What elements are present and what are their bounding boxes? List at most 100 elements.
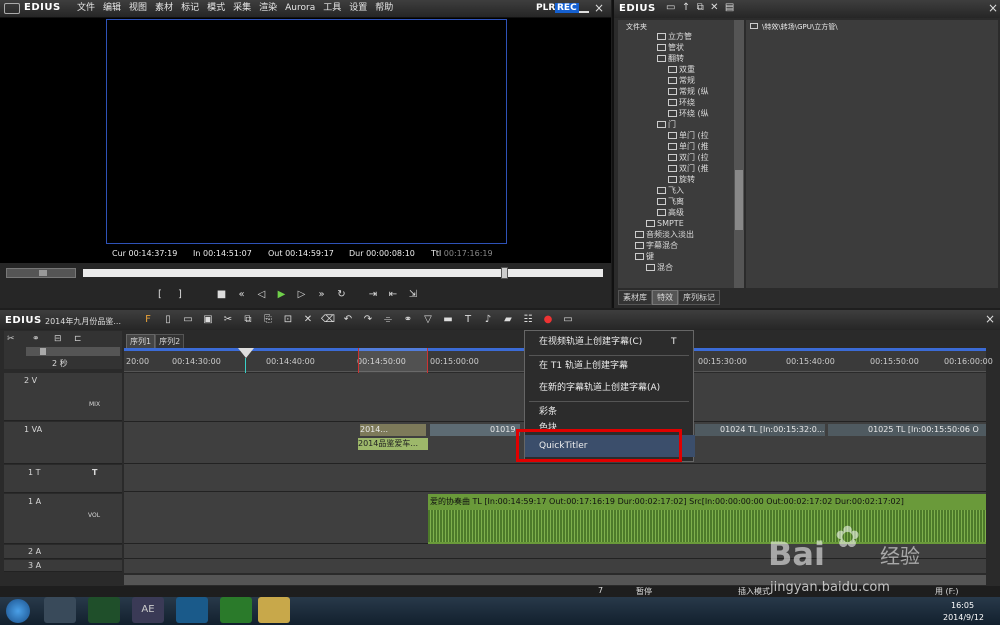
menu-settings[interactable]: 设置 (345, 0, 371, 17)
zoom-slider[interactable] (26, 347, 120, 356)
shuttle-slider[interactable] (6, 268, 76, 278)
shuttle-thumb[interactable] (39, 270, 47, 276)
menu-view[interactable]: 视图 (125, 0, 151, 17)
menu-tools[interactable]: 工具 (319, 0, 345, 17)
new-icon[interactable]: ▯ (160, 313, 176, 327)
render-icon[interactable]: ▬ (440, 313, 456, 327)
clip-video-lower[interactable]: 2014品鉴爱车... (358, 438, 428, 450)
start-button-icon[interactable] (6, 599, 30, 623)
menu-capture[interactable]: 采集 (229, 0, 255, 17)
app-icon-1[interactable] (44, 597, 76, 623)
link-icon[interactable]: ⚭ (400, 313, 416, 327)
title-icon[interactable]: T (460, 313, 476, 327)
menu-marker[interactable]: 标记 (177, 0, 203, 17)
rec-label[interactable]: REC (555, 3, 579, 13)
sequence-icon[interactable]: F (140, 313, 156, 327)
tree-item[interactable]: 双门 (拉 (668, 153, 709, 163)
delete-icon[interactable]: ✕ (710, 2, 718, 13)
tree-item[interactable]: SMPTE (646, 219, 684, 229)
open-icon[interactable]: ▭ (180, 313, 196, 327)
tree-item[interactable]: 管状 (657, 43, 684, 53)
menu-item-create-title-new-track[interactable]: 在新的字幕轨道上创建字幕(A) (525, 377, 695, 399)
view-icon[interactable]: ▤ (725, 2, 734, 13)
track-head-1va[interactable]: 1 VA (4, 422, 122, 464)
snap-toggle-icon[interactable]: ⊟ (54, 334, 62, 344)
menu-mode[interactable]: 模式 (203, 0, 229, 17)
after-effects-taskbar-icon[interactable]: AE (132, 597, 164, 623)
tree-item[interactable]: 双重 (668, 65, 695, 75)
track-head-2a[interactable]: 2 A (4, 545, 122, 559)
tree-item[interactable]: 环绕 (纵 (668, 109, 709, 119)
folder-icon[interactable]: ▭ (666, 2, 675, 13)
tree-item[interactable]: 双门 (推 (668, 164, 709, 174)
clip-video[interactable]: 2014... (360, 424, 426, 436)
delete-icon[interactable]: ✕ (300, 313, 316, 327)
fast-forward-icon[interactable]: » (314, 288, 330, 302)
insert-icon[interactable]: ⇥ (365, 288, 381, 302)
ripple-delete-icon[interactable]: ⌫ (320, 313, 336, 327)
tab-effects[interactable]: 特效 (652, 290, 678, 305)
mixer-icon[interactable]: ☷ (520, 313, 536, 327)
tree-item[interactable]: 飞入 (657, 186, 684, 196)
scissor-icon[interactable]: ✂ (7, 334, 15, 344)
mic-icon[interactable]: ♪ (480, 313, 496, 327)
menu-render[interactable]: 渲染 (255, 0, 281, 17)
clip-audio[interactable]: 爱的协奏曲 TL [In:00:14:59:17 Out:00:17:16:19… (428, 494, 986, 544)
tree-item[interactable]: 门 (657, 120, 676, 130)
edius-taskbar-icon[interactable] (88, 597, 120, 623)
explorer-taskbar-icon[interactable] (258, 597, 290, 623)
zoom-thumb[interactable] (40, 348, 46, 355)
tab-sequence-markers[interactable]: 序列标记 (678, 290, 720, 305)
up-icon[interactable]: ↑ (682, 2, 690, 13)
tree-item[interactable]: 翻转 (657, 54, 684, 64)
tree-item[interactable]: 立方管 (657, 32, 692, 42)
replace-icon[interactable]: ⊡ (280, 313, 296, 327)
menu-aurora[interactable]: Aurora (281, 0, 319, 17)
set-in-icon[interactable]: [ (152, 288, 168, 302)
track-head-1a[interactable]: 1 A VOL (4, 494, 122, 544)
set-out-icon[interactable]: ] (172, 288, 188, 302)
capture-icon[interactable]: ▰ (500, 313, 516, 327)
tree-item[interactable]: 环绕 (668, 98, 695, 108)
export-icon[interactable]: ⇲ (405, 288, 421, 302)
layout-icon[interactable]: ▭ (560, 313, 576, 327)
position-bar[interactable] (83, 267, 603, 279)
link-toggle-icon[interactable]: ⚭ (32, 334, 40, 344)
marker-icon[interactable]: ▽ (420, 313, 436, 327)
track-head-3a[interactable]: 3 A (4, 560, 122, 572)
clip-video[interactable]: 01019 (430, 424, 520, 436)
tree-item[interactable]: 飞离 (657, 197, 684, 207)
tree-item[interactable]: 键 (635, 252, 654, 262)
tree-item[interactable]: 字幕混合 (635, 241, 678, 251)
clip-video[interactable]: 01025 TL [In:00:15:50:06 O (828, 424, 986, 436)
time-scale[interactable]: 2 秒 (52, 358, 68, 369)
step-back-icon[interactable]: ◁ (254, 288, 270, 302)
effects-close-icon[interactable]: × (988, 1, 998, 15)
tab-sequence2[interactable]: 序列2 (155, 334, 185, 349)
menu-clip[interactable]: 素材 (151, 0, 177, 17)
paste-icon[interactable]: ⎘ (260, 313, 276, 327)
app-icon-5[interactable] (220, 597, 252, 623)
step-forward-icon[interactable]: ▷ (294, 288, 310, 302)
tab-library[interactable]: 素材库 (618, 290, 652, 305)
plr-label[interactable]: PLR (536, 3, 555, 13)
cut-icon[interactable]: ✂ (220, 313, 236, 327)
stop-icon[interactable]: ■ (214, 288, 230, 302)
menu-item-create-title-on-t1[interactable]: 在 T1 轨道上创建字幕 (525, 355, 695, 377)
tree-item[interactable]: 单门 (拉 (668, 131, 709, 141)
group-icon[interactable]: ⊏ (74, 334, 82, 344)
position-thumb[interactable] (501, 267, 508, 279)
play-icon[interactable]: ▶ (274, 288, 290, 302)
snap-icon[interactable]: ⌯ (380, 313, 396, 327)
copy-icon[interactable]: ⧉ (697, 2, 704, 13)
minimize-icon[interactable] (579, 3, 589, 13)
tree-item[interactable]: 音频淡入淡出 (635, 230, 694, 240)
save-icon[interactable]: ▣ (200, 313, 216, 327)
redo-icon[interactable]: ↷ (360, 313, 376, 327)
overwrite-icon[interactable]: ⇤ (385, 288, 401, 302)
tree-item[interactable]: 旋转 (668, 175, 695, 185)
track-head-2v[interactable]: 2 V MIX (4, 373, 122, 421)
timeline-close-icon[interactable]: × (985, 312, 995, 326)
tab-sequence1[interactable]: 序列1 (126, 334, 156, 349)
rewind-icon[interactable]: « (234, 288, 250, 302)
